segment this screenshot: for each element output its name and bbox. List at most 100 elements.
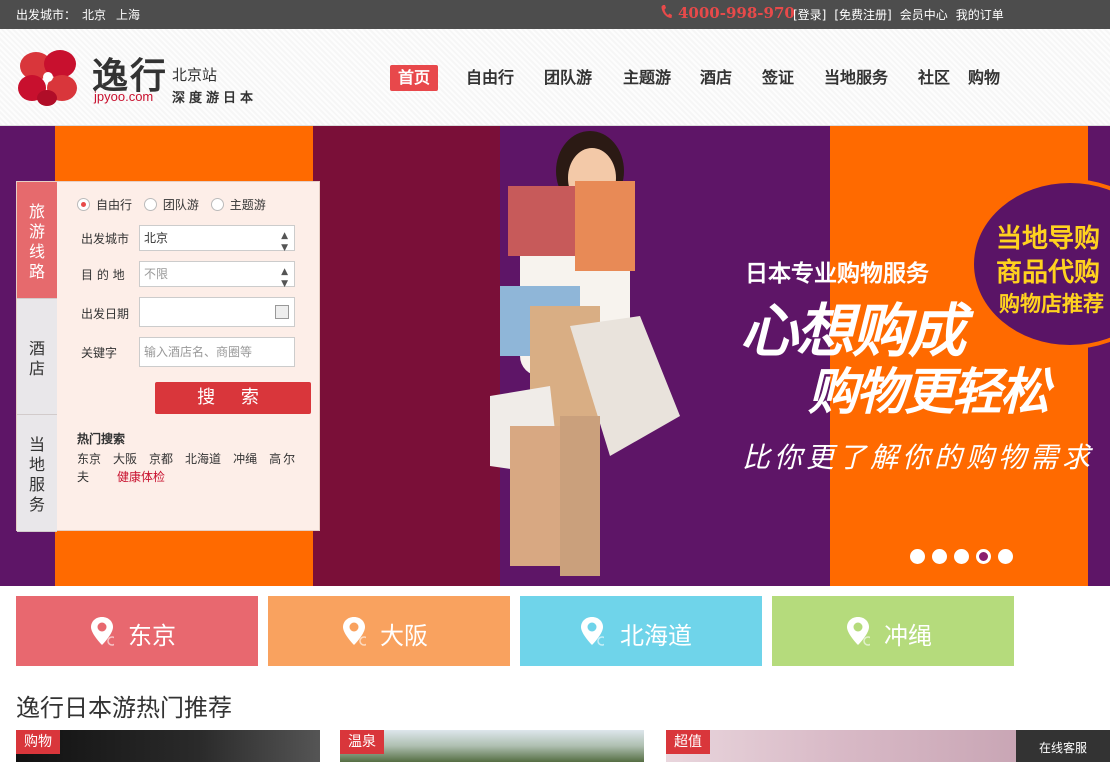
section-title: 逸行日本游热门推荐: [16, 694, 232, 722]
hot-link-hokkaido[interactable]: 北海道: [185, 452, 221, 466]
search-tabs: 旅游线路 酒店 当地服务: [17, 182, 57, 532]
tab-label: 当地服务: [28, 435, 45, 514]
account-links: [登录] [免费注册] 会员中心 我的订单: [793, 6, 1012, 23]
top-bar: 出发城市： 北京 上海 4000-998-970 [登录] [免费注册] 会员中心 我的订…: [0, 0, 1110, 29]
hot-link-health-check[interactable]: 健康体检: [117, 468, 165, 485]
hot-search-links: 东京大阪京都北海道冲绳高尔夫健康体检: [77, 450, 309, 486]
location-pin-icon: [343, 617, 366, 646]
my-orders-link[interactable]: 我的订单: [956, 8, 1004, 22]
nav-community[interactable]: 社区: [910, 65, 958, 91]
tab-hotel[interactable]: 酒店: [17, 299, 57, 415]
select-arrows-icon: ▲ ▼: [281, 267, 288, 289]
slide-dot-active[interactable]: [976, 549, 991, 564]
promo-line-1: 当地导购: [996, 224, 1101, 254]
slogan: 深度游日本: [172, 91, 258, 106]
slide-dot[interactable]: [998, 549, 1013, 564]
trip-type-radios: 自由行 团队游 主题游: [77, 196, 274, 213]
radio-label: 自由行: [96, 198, 133, 212]
flower-logo-icon[interactable]: [16, 46, 82, 108]
radio-group-tour[interactable]: 团队游: [143, 196, 199, 213]
city-link-beijing[interactable]: 北京: [82, 8, 106, 22]
slide-dot[interactable]: [954, 549, 969, 564]
banner-tagline: 比你更了解你的购物需求: [742, 441, 1095, 474]
nav-shopping[interactable]: 购物: [960, 65, 1008, 91]
city-tile-okinawa[interactable]: 冲绳: [772, 596, 1014, 666]
banner-headline: 日本专业购物服务: [745, 261, 929, 287]
login-link[interactable]: [登录]: [793, 8, 826, 22]
select-arrows-icon: ▲ ▼: [281, 231, 288, 253]
destination-label: 目 的 地: [81, 268, 125, 282]
city-name: 东京: [128, 622, 176, 650]
phone-icon: [661, 5, 672, 18]
city-name: 北海道: [620, 622, 692, 650]
city-tile-hokkaido[interactable]: 北海道: [520, 596, 762, 666]
slide-dot[interactable]: [910, 549, 925, 564]
departure-city-label: 出发城市：: [16, 8, 77, 22]
nav-group-tour[interactable]: 团队游: [536, 65, 600, 91]
calendar-icon[interactable]: [275, 305, 289, 319]
date-input[interactable]: [139, 297, 295, 327]
date-label: 出发日期: [81, 307, 130, 321]
keyword-input[interactable]: 输入酒店名、商圈等: [139, 337, 295, 367]
tab-tour-routes[interactable]: 旅游线路: [17, 182, 57, 299]
destination-select[interactable]: 不限 ▲ ▼: [139, 261, 295, 289]
keyword-placeholder: 输入酒店名、商圈等: [144, 345, 253, 359]
nav-visa[interactable]: 签证: [754, 65, 802, 91]
recommend-card-hot-spring[interactable]: 温泉: [340, 730, 644, 762]
recommend-card-value[interactable]: 超值: [666, 730, 1016, 762]
banner-slogan-b: 购物更轻松: [808, 363, 1050, 421]
station-label: 北京站: [172, 66, 218, 84]
radio-label: 主题游: [229, 198, 266, 212]
card-tag: 购物: [16, 730, 60, 754]
departure-city-selector: 出发城市： 北京 上海: [16, 6, 146, 23]
nav-theme-tour[interactable]: 主题游: [615, 65, 679, 91]
location-pin-icon: [581, 617, 604, 646]
hot-link-osaka[interactable]: 大阪: [113, 452, 137, 466]
register-link[interactable]: [免费注册]: [834, 8, 891, 22]
radio-label: 团队游: [162, 198, 199, 212]
hot-link-tokyo[interactable]: 东京: [77, 452, 101, 466]
promo-line-2: 商品代购: [996, 258, 1101, 288]
nav-home[interactable]: 首页: [390, 65, 439, 91]
radio-checked-icon: [77, 198, 90, 211]
radio-theme-tour[interactable]: 主题游: [210, 196, 266, 213]
city-tile-osaka[interactable]: 大阪: [268, 596, 510, 666]
card-tag: 超值: [666, 730, 710, 754]
search-button[interactable]: 搜 索: [155, 382, 311, 414]
tab-local-service[interactable]: 当地服务: [17, 415, 57, 532]
hot-link-okinawa[interactable]: 冲绳: [233, 452, 257, 466]
slide-dot[interactable]: [932, 549, 947, 564]
search-form: 自由行 团队游 主题游 出发城市 北京 ▲ ▼ 目 的 地 不限 ▲ ▼ 出发日期 关键…: [57, 182, 321, 532]
location-pin-icon: [847, 617, 870, 646]
recommend-card-shopping[interactable]: 购物: [16, 730, 320, 762]
hotline: 4000-998-970: [660, 4, 795, 22]
from-city-select[interactable]: 北京 ▲ ▼: [139, 225, 295, 253]
online-service-button[interactable]: 在线客服: [1016, 730, 1110, 762]
radio-free-travel[interactable]: 自由行: [77, 196, 132, 213]
from-city-label: 出发城市: [81, 232, 130, 246]
logo-domain: jpyoo.com: [94, 89, 154, 104]
radio-unchecked-icon: [143, 198, 157, 211]
hotline-number: 4000-998-970: [678, 4, 795, 22]
nav-free-travel[interactable]: 自由行: [458, 65, 522, 91]
card-tag: 温泉: [340, 730, 384, 754]
nav-hotel[interactable]: 酒店: [692, 65, 740, 91]
nav-local-service[interactable]: 当地服务: [816, 65, 896, 91]
search-panel: 旅游线路 酒店 当地服务 自由行 团队游 主题游 出发城市 北京 ▲ ▼ 目 的 地…: [16, 181, 321, 532]
city-link-shanghai[interactable]: 上海: [116, 8, 140, 22]
city-name: 冲绳: [884, 622, 932, 650]
keyword-label: 关键字: [81, 346, 118, 360]
location-pin-icon: [91, 617, 114, 646]
tab-label: 酒店: [28, 339, 45, 378]
hot-search-title: 热门搜索: [77, 432, 126, 446]
slide-indicators: [910, 549, 1020, 567]
radio-unchecked-icon: [210, 198, 224, 211]
shopper-illustration: [490, 131, 680, 576]
from-city-value: 北京: [144, 231, 169, 245]
city-tile-tokyo[interactable]: 东京: [16, 596, 258, 666]
destination-value: 不限: [144, 267, 169, 281]
hot-link-kyoto[interactable]: 京都: [149, 452, 173, 466]
tab-label: 旅游线路: [28, 202, 45, 281]
member-center-link[interactable]: 会员中心: [900, 8, 948, 22]
city-name: 大阪: [380, 622, 428, 650]
